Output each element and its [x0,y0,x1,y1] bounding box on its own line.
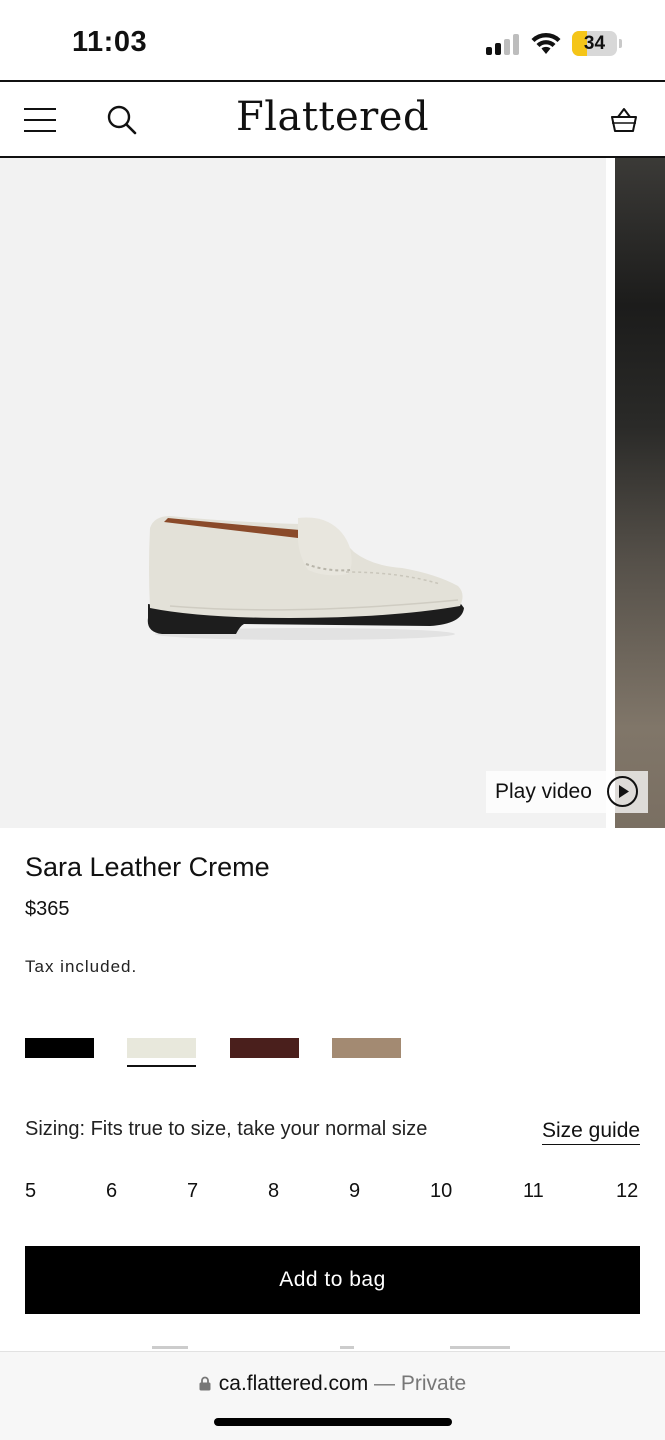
browser-address-bar[interactable]: ca.flattered.com — Private [0,1351,665,1440]
battery-icon: 34 [572,31,622,56]
product-price: $365 [25,898,70,920]
tax-note: Tax included. [25,957,138,976]
battery-level: 34 [583,33,606,54]
private-mode-label: Private [400,1372,467,1395]
url-separator: — [368,1372,401,1395]
home-indicator[interactable] [214,1418,452,1426]
color-swatch-brown[interactable] [230,1038,299,1058]
size-option[interactable]: 9 [349,1180,360,1203]
lock-icon [199,1376,211,1391]
play-icon [607,776,638,807]
next-product-image[interactable] [615,158,665,828]
brand-logo[interactable]: Flattered [0,94,665,140]
color-swatch-taupe[interactable] [332,1038,401,1058]
size-option[interactable]: 6 [106,1180,117,1203]
product-gallery[interactable]: Play video [0,158,665,828]
size-option[interactable]: 8 [268,1180,279,1203]
size-selector: 5 6 7 8 9 10 11 12 [25,1180,640,1208]
url-domain: ca.flattered.com [218,1372,369,1395]
color-swatches [25,1038,425,1070]
play-video-button[interactable]: Play video [486,771,648,813]
selected-swatch-indicator [127,1065,196,1067]
cellular-signal-icon [486,33,520,55]
status-bar: 11:03 34 [0,0,665,80]
url-display[interactable]: ca.flattered.com — Private [0,1372,665,1396]
size-option[interactable]: 10 [430,1180,452,1203]
product-image[interactable] [0,158,606,828]
color-swatch-black[interactable] [25,1038,94,1058]
play-video-label: Play video [495,780,592,803]
size-option[interactable]: 5 [25,1180,36,1203]
size-guide-link[interactable]: Size guide [542,1119,641,1145]
loafer-shoe-image [147,516,464,640]
status-time: 11:03 [72,26,148,58]
cart-icon[interactable] [610,106,638,134]
size-option[interactable]: 12 [616,1180,638,1203]
wifi-icon [531,32,561,54]
color-swatch-creme[interactable] [127,1038,196,1058]
size-option[interactable]: 11 [523,1180,544,1203]
sizing-note: Sizing: Fits true to size, take your nor… [25,1118,428,1140]
size-option[interactable]: 7 [187,1180,198,1203]
product-title: Sara Leather Creme [25,852,270,882]
site-header: Flattered [0,80,665,158]
add-to-bag-button[interactable]: Add to bag [25,1246,640,1314]
